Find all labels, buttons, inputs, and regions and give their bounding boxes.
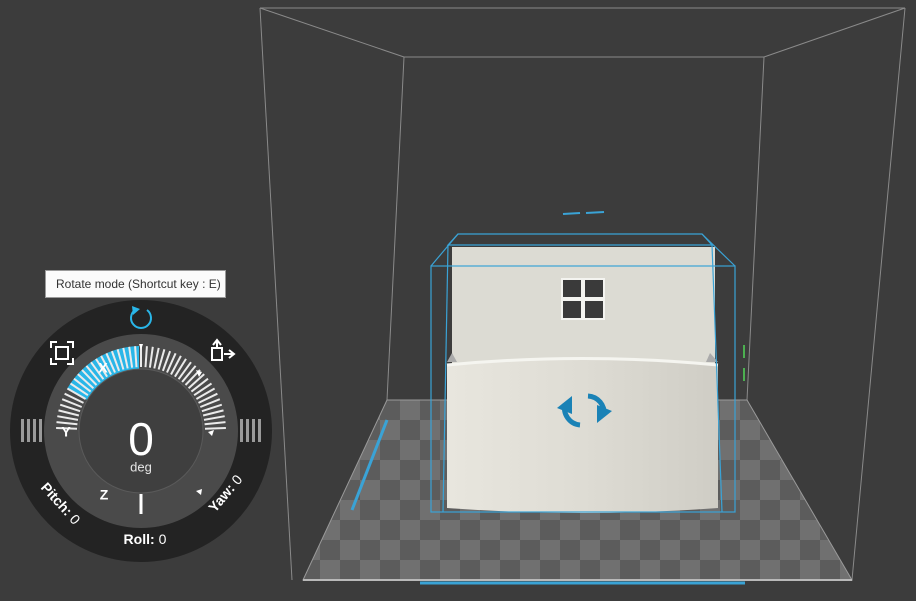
dial-tick xyxy=(144,346,148,368)
dial-tick xyxy=(134,346,138,368)
roll-label: Roll: xyxy=(124,531,155,547)
3d-viewport[interactable]: 0 deg X Y Z Pitch:0 Roll: 0 Yaw:0 xyxy=(0,0,916,601)
dial-tick xyxy=(204,427,226,430)
rotation-unit: deg xyxy=(130,459,152,474)
rotation-value: 0 xyxy=(128,413,154,465)
roll-value: 0 xyxy=(159,531,167,547)
rotate-mode-tooltip: Rotate mode (Shortcut key : E) xyxy=(45,270,226,298)
z-axis-label[interactable]: Z xyxy=(100,487,109,503)
y-axis-label[interactable]: Y xyxy=(61,424,71,440)
roll-readout[interactable]: Roll: 0 xyxy=(124,531,167,547)
rotate-dial-panel: 0 deg X Y Z Pitch:0 Roll: 0 Yaw:0 xyxy=(10,300,272,562)
window xyxy=(561,278,605,320)
house-model[interactable] xyxy=(446,247,719,513)
x-axis-label[interactable]: X xyxy=(98,360,108,376)
